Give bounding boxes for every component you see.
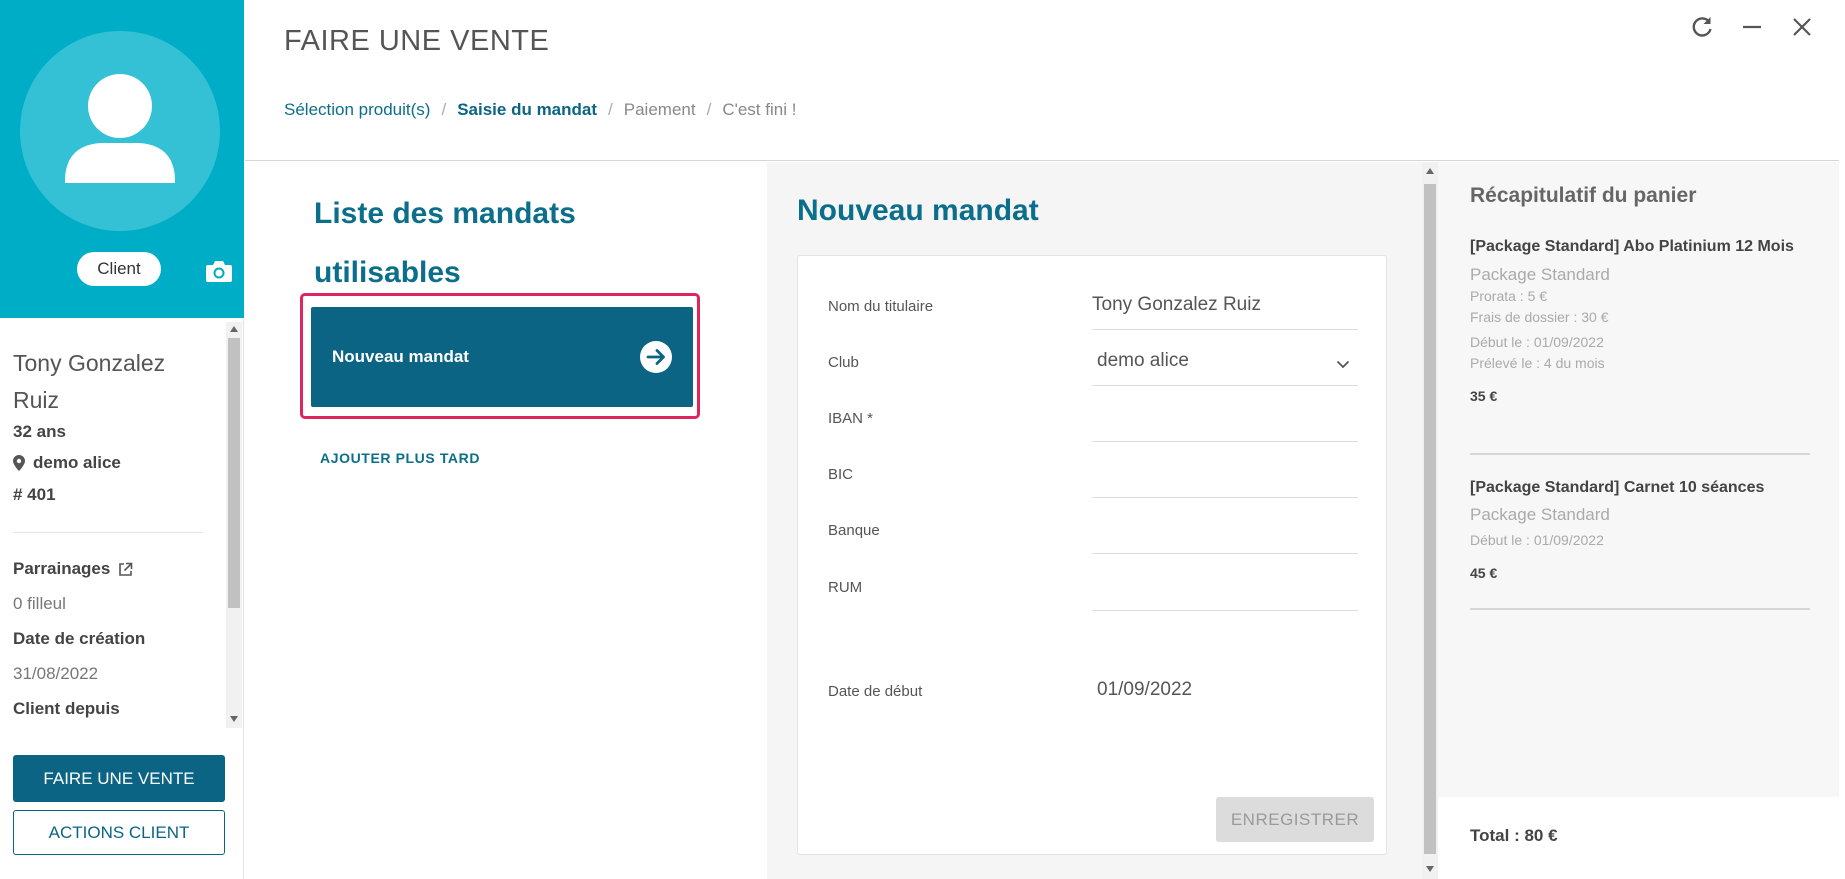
scroll-up-arrow-icon[interactable] [230, 326, 238, 332]
holder-name-input[interactable]: Tony Gonzalez Ruiz [1092, 286, 1358, 330]
client-club: demo alice [13, 453, 121, 473]
sale-panel: FAIRE UNE VENTE Sélection produit(s) / S… [245, 0, 1845, 879]
scroll-down-arrow-icon[interactable] [1426, 866, 1434, 872]
field-label: RUM [828, 579, 863, 596]
iban-input[interactable] [1092, 398, 1358, 442]
chevron-down-icon [1336, 360, 1350, 369]
created-date-value: 31/08/2022 [13, 664, 99, 683]
form-title: Nouveau mandat [797, 194, 1039, 227]
field-rum: RUM [828, 559, 1358, 611]
cart-title: Récapitulatif du panier [1470, 184, 1697, 207]
cart-item-detail: Prorata : 5 € [1470, 288, 1548, 304]
client-name: Tony Gonzalez Ruiz [13, 350, 166, 413]
sidebar-scrollbar[interactable] [226, 322, 242, 728]
mandate-list-column: Liste des mandats utilisables Nouveau ma… [245, 162, 767, 879]
cart-item: [Package Standard] Abo Platinium 12 Mois… [1470, 235, 1810, 455]
scrollbar-thumb[interactable] [1424, 184, 1436, 854]
client-sidebar: Client Tony Gonzalez Ruiz 32 ans demo al… [0, 0, 244, 879]
referrals-value: 0 filleul [13, 594, 66, 613]
field-start-date: Date de début 01/09/2022 [828, 663, 1358, 713]
external-link-icon[interactable] [118, 562, 133, 577]
referrals-link[interactable]: Parrainages [13, 559, 133, 579]
location-pin-icon [13, 455, 25, 471]
field-label: Club [828, 354, 859, 371]
client-actions-button[interactable]: ACTIONS CLIENT [13, 810, 225, 855]
cart-item: [Package Standard] Carnet 10 séances Pac… [1470, 476, 1810, 610]
new-mandate-form-column: Nouveau mandat Nom du titulaire Tony Gon… [767, 162, 1422, 879]
breadcrumb-step-mandate: Saisie du mandat [457, 100, 598, 119]
field-club: Club demo alice [828, 334, 1358, 386]
refresh-icon[interactable] [1689, 14, 1715, 40]
mandate-list-title: Liste des mandats utilisables [314, 197, 576, 289]
cart-item-package: Package Standard [1470, 505, 1610, 524]
breadcrumb-separator: / [441, 100, 447, 119]
bic-input[interactable] [1092, 454, 1358, 498]
referrals-label: Parrainages [13, 559, 111, 578]
cart-item-name: [Package Standard] Abo Platinium 12 Mois [1470, 238, 1794, 255]
cart-item-name: [Package Standard] Carnet 10 séances [1470, 479, 1765, 496]
club-select-value: demo alice [1097, 350, 1189, 371]
cart-item-price: 35 € [1470, 388, 1498, 404]
field-label: Nom du titulaire [828, 298, 934, 315]
client-since-label: Client depuis [13, 699, 120, 718]
cart-total-bar: Total : 80 € [1438, 797, 1839, 879]
cart-total: Total : 80 € [1470, 826, 1558, 845]
field-label: IBAN * [828, 410, 874, 427]
add-later-link[interactable]: AJOUTER PLUS TARD [320, 450, 480, 466]
scroll-down-arrow-icon[interactable] [230, 716, 238, 722]
minimize-icon[interactable] [1739, 14, 1765, 40]
save-button[interactable]: ENREGISTRER [1216, 797, 1374, 842]
cart-item-price: 45 € [1470, 565, 1498, 581]
breadcrumb-step-done: C'est fini ! [722, 100, 797, 119]
bank-input[interactable] [1092, 510, 1358, 554]
app-window: Client Tony Gonzalez Ruiz 32 ans demo al… [0, 0, 1845, 879]
new-mandate-card[interactable]: Nouveau mandat [311, 307, 693, 407]
new-mandate-card-highlight: Nouveau mandat [300, 293, 700, 419]
camera-icon[interactable] [205, 259, 233, 283]
divider [13, 532, 203, 533]
arrow-right-circle-icon [640, 341, 672, 373]
field-iban: IBAN * [828, 390, 1358, 442]
close-icon[interactable] [1789, 14, 1815, 40]
breadcrumb-step-products[interactable]: Sélection produit(s) [284, 100, 430, 120]
client-age: 32 ans [13, 422, 66, 441]
profile-header: Client [0, 0, 244, 318]
cart-item-detail: Frais de dossier : 30 € [1470, 309, 1609, 325]
breadcrumb: Sélection produit(s) / Saisie du mandat … [284, 100, 796, 120]
mandate-form: Nom du titulaire Tony Gonzalez Ruiz Club… [797, 255, 1387, 855]
start-date-input[interactable]: 01/09/2022 [1092, 671, 1358, 715]
cart-summary: Récapitulatif du panier [Package Standar… [1438, 162, 1839, 879]
scrollbar-thumb[interactable] [228, 338, 240, 608]
club-select[interactable]: demo alice [1092, 342, 1358, 386]
field-holder-name: Nom du titulaire Tony Gonzalez Ruiz [828, 278, 1358, 330]
cart-item-detail: Début le : 01/09/2022 [1470, 532, 1604, 548]
window-controls [1689, 14, 1815, 40]
make-sale-button[interactable]: FAIRE UNE VENTE [13, 755, 225, 802]
scroll-up-arrow-icon[interactable] [1426, 168, 1434, 174]
cart-item-detail: Prélevé le : 4 du mois [1470, 355, 1605, 371]
field-label: BIC [828, 466, 854, 483]
rum-input[interactable] [1092, 567, 1358, 611]
page-title: FAIRE UNE VENTE [284, 25, 550, 57]
client-id: # 401 [13, 485, 56, 504]
created-date-label: Date de création [13, 629, 146, 648]
field-bic: BIC [828, 446, 1358, 498]
main-scrollbar[interactable] [1422, 162, 1438, 879]
breadcrumb-separator: / [706, 100, 712, 119]
user-silhouette-icon [65, 74, 175, 183]
cart-item-package: Package Standard [1470, 265, 1610, 284]
breadcrumb-separator: / [608, 100, 613, 119]
avatar [20, 31, 220, 231]
client-badge: Client [77, 252, 161, 286]
field-bank: Banque [828, 502, 1358, 554]
cart-item-detail: Début le : 01/09/2022 [1470, 334, 1604, 350]
field-label: Banque [828, 522, 880, 539]
breadcrumb-step-payment: Paiement [623, 100, 696, 119]
client-info-panel: Tony Gonzalez Ruiz 32 ans demo alice # 4… [0, 318, 226, 732]
sale-header: FAIRE UNE VENTE Sélection produit(s) / S… [245, 0, 1839, 161]
client-club-label: demo alice [33, 453, 121, 472]
new-mandate-card-label: Nouveau mandat [332, 347, 469, 366]
field-label: Date de début [828, 683, 923, 700]
